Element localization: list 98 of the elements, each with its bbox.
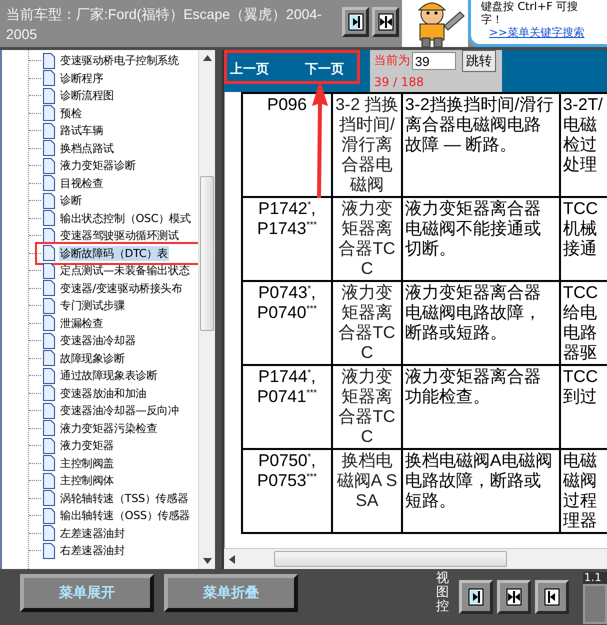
document-icon — [42, 315, 56, 332]
document-icon — [42, 368, 56, 384]
document-icon — [42, 420, 56, 436]
previous-page-link[interactable]: 上一页 — [230, 60, 269, 76]
current-page-label: 当前为 — [374, 52, 410, 68]
tree-item[interactable]: 液力变矩器污染检查 — [59, 420, 158, 436]
vehicle-title: 当前车型：厂家:Ford(福特）Escape（翼虎）2004-2005 — [5, 5, 323, 44]
document-icon — [42, 175, 56, 192]
document-icon — [42, 332, 56, 349]
arrow-right-icon — [468, 588, 484, 606]
tip-text: 键盘按 Ctrl+F 可搜 — [481, 0, 580, 13]
document-icon — [42, 122, 56, 139]
document-icon — [42, 228, 56, 244]
table-cell: P0750$^{*}$, P0753$^{***}$ — [242, 449, 332, 533]
table-cell: P1744$^{*}$, P0741$^{***}$ — [242, 365, 332, 449]
table-cell: 液力变矩器离合器TCC — [332, 281, 402, 365]
table-cell: 3-2 挡换挡时间/滑行离合器电磁阀 — [332, 93, 402, 197]
table-cell: 3-2T/电磁检过处理 — [560, 93, 607, 197]
side-panel — [583, 584, 607, 624]
document-icon — [42, 70, 56, 86]
view-control-label: 视图控 — [436, 572, 450, 614]
collapse-view-button[interactable] — [535, 580, 570, 614]
tree-item[interactable]: 路试车辆 — [59, 123, 104, 138]
tip-text: 字！ — [481, 13, 504, 26]
tree-item[interactable]: 换档点路试 — [59, 140, 116, 156]
scrollbar-thumb[interactable] — [274, 551, 507, 567]
tree-item[interactable]: 主控制阀盖 — [59, 456, 116, 471]
tree-item[interactable]: 右差速器油封 — [59, 543, 126, 558]
expand-view-button[interactable] — [342, 7, 369, 37]
document-icon — [42, 508, 56, 524]
document-icon — [42, 472, 56, 489]
document-icon — [42, 280, 56, 296]
page-count: 39 / 188 — [374, 74, 425, 90]
table-cell: 3-2挡换挡时间/滑行离合器电磁阀电路故障 — 断路。 — [402, 93, 560, 197]
next-page-link[interactable]: 下一页 — [305, 60, 344, 76]
table-cell: P096 — [242, 93, 332, 197]
tree-item[interactable]: 目视检查 — [59, 176, 104, 191]
tree-item[interactable]: 输出状态控制（OSC）模式 — [59, 210, 192, 226]
document-icon — [42, 490, 56, 506]
version-number: 1.1 — [583, 572, 607, 584]
tree-item[interactable]: 诊断 — [59, 193, 83, 208]
tree-item[interactable]: 诊断故障码（DTC）表 — [59, 246, 170, 261]
document-icon — [42, 105, 56, 122]
document-icon — [42, 438, 56, 454]
document-icon — [42, 140, 56, 156]
tree-item[interactable]: 左差速器油封 — [59, 526, 126, 541]
tree-item[interactable]: 变速器油冷却器 — [59, 333, 137, 348]
tree-item[interactable]: 变速器驾驶驱动循环测试 — [59, 228, 180, 244]
tree-item[interactable]: 专门测试步骤 — [59, 298, 126, 314]
document-icon — [42, 525, 56, 542]
tree-item[interactable]: 液力变矩器诊断 — [59, 158, 137, 174]
split-view-button[interactable] — [497, 580, 532, 614]
table-cell: 液力变矩器离合器电磁阀不能接通或切断。 — [402, 197, 560, 281]
table-cell: P0743$^{*}$, P0740$^{***}$ — [242, 281, 332, 365]
document-icon — [42, 350, 56, 366]
document-icon — [42, 262, 56, 279]
tree-item[interactable]: 变速器放油和加油 — [59, 386, 148, 401]
tree-item[interactable]: 主控制阀体 — [59, 473, 116, 488]
arrow-right-icon — [348, 13, 364, 31]
tree-item[interactable]: 诊断程序 — [59, 70, 104, 86]
table-cell: P1742$^{*}$, P1743$^{***}$ — [242, 197, 332, 281]
table-cell: 液力变矩器离合器功能检查。 — [402, 365, 560, 449]
document-icon — [42, 385, 56, 402]
tree-item[interactable]: 预检 — [59, 106, 83, 121]
document-icon — [42, 402, 56, 419]
tree-item[interactable]: 变速器/变速驱动桥接头布 — [59, 280, 184, 296]
document-icon — [42, 245, 56, 262]
expand-view-button[interactable] — [459, 580, 494, 614]
table-cell: 液力变矩器离合器TCC — [332, 365, 402, 449]
tree-item[interactable]: 涡轮轴转速（TSS）传感器 — [59, 490, 190, 506]
split-view-button[interactable] — [372, 7, 399, 37]
document-icon — [42, 158, 56, 174]
table-cell: 液力变矩器离合器TCC — [332, 197, 402, 281]
keyword-search-link[interactable]: >>菜单关键字搜索 — [489, 26, 584, 39]
tree-item[interactable]: 定点测试—未装备输出状态 — [59, 263, 191, 278]
tree-item[interactable]: 诊断流程图 — [59, 88, 116, 104]
tree-item[interactable]: 故障现象诊断 — [59, 350, 126, 366]
tree-item[interactable]: 液力变矩器 — [59, 438, 116, 454]
tree-item[interactable]: 泄漏检查 — [59, 316, 104, 331]
document-icon — [42, 52, 56, 69]
jump-button[interactable]: 跳转 — [462, 50, 496, 72]
page-number-field[interactable]: 39 — [412, 52, 456, 70]
table-cell: 换档电磁阀A电磁阀电路故障，断路或短路。 — [402, 449, 560, 533]
tree-item[interactable]: 变速驱动桥电子控制系统 — [59, 53, 180, 68]
document-icon — [42, 542, 56, 559]
document-icon — [42, 192, 56, 209]
document-icon — [42, 88, 56, 104]
document-icon — [42, 455, 56, 472]
scrollbar-thumb[interactable] — [200, 176, 214, 331]
document-icon — [42, 210, 56, 226]
arrow-left-icon — [544, 588, 560, 606]
table-cell: 电磁磁阀过程理器 — [560, 449, 607, 533]
table-cell: 换档电磁阀A SSA — [332, 449, 402, 533]
document-icon — [42, 298, 56, 314]
table-cell: 液力变矩器离合器电磁阀电路故障，断路或短路。 — [402, 281, 560, 365]
tree-item[interactable]: 输出轴转速（OSS）传感器 — [59, 508, 192, 524]
tree-item[interactable]: 变速器油冷却器—反向冲 — [59, 403, 180, 418]
tree-item[interactable]: 通过故障现象表诊断 — [59, 368, 158, 384]
